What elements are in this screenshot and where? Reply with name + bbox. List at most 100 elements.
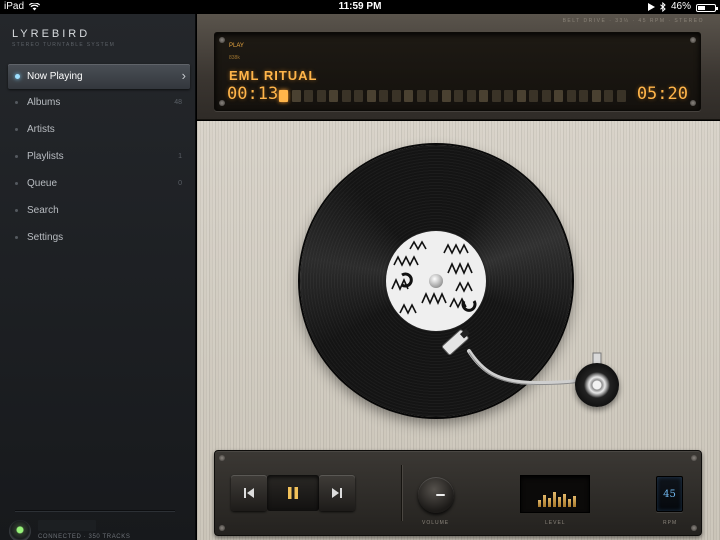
screw-icon bbox=[219, 525, 225, 531]
next-track-button[interactable] bbox=[319, 475, 355, 511]
progress-segment bbox=[366, 90, 376, 102]
progress-segment bbox=[566, 90, 576, 102]
progress-segment bbox=[604, 90, 613, 102]
level-meter-bar bbox=[543, 495, 546, 507]
progress-segment bbox=[616, 90, 626, 102]
header-specs: BELT DRIVE · 33⅓ · 45 RPM · STEREO bbox=[562, 18, 704, 24]
active-indicator-icon bbox=[15, 74, 20, 79]
progress-segment bbox=[554, 90, 563, 102]
progress-segment bbox=[504, 90, 513, 102]
connection-status-led-icon[interactable] bbox=[9, 520, 31, 540]
progress-segment bbox=[391, 90, 401, 102]
progress-segment bbox=[416, 90, 426, 102]
progress-segment bbox=[429, 90, 438, 102]
transport-controls: VOLUME LEVEL 45 RPM bbox=[214, 450, 702, 536]
progress-segment bbox=[404, 90, 413, 102]
pause-icon bbox=[288, 487, 298, 499]
sidebar: LYREBIRD STEREO TURNTABLE SYSTEM Now Pla… bbox=[0, 14, 196, 540]
sidebar-item-artists[interactable]: Artists bbox=[0, 116, 196, 143]
sidebar-item-albums[interactable]: Albums 48 bbox=[0, 89, 196, 116]
bitrate: 838k bbox=[229, 55, 240, 61]
battery-icon bbox=[696, 3, 718, 12]
progress-segment bbox=[529, 90, 538, 102]
sidebar-item-queue[interactable]: Queue 0 bbox=[0, 170, 196, 197]
level-meter bbox=[520, 475, 590, 513]
status-time: 11:59 PM bbox=[338, 1, 382, 12]
app-title: LYREBIRD bbox=[12, 28, 91, 40]
sidebar-nav: Now Playing › Albums 48 Artists Playlist… bbox=[0, 64, 196, 251]
display-header: BELT DRIVE · 33⅓ · 45 RPM · STEREO PLAY … bbox=[197, 14, 720, 120]
chevron-right-icon: › bbox=[181, 68, 186, 83]
vinyl-record[interactable] bbox=[300, 145, 572, 417]
total-time: 05:20 bbox=[636, 84, 688, 104]
sidebar-item-search[interactable]: Search bbox=[0, 197, 196, 224]
level-label: LEVEL bbox=[545, 520, 566, 526]
sidebar-item-label: Playlists bbox=[27, 151, 64, 162]
screw-icon bbox=[690, 37, 696, 43]
sidebar-item-now-playing[interactable]: Now Playing › bbox=[8, 64, 190, 89]
sidebar-item-label: Search bbox=[27, 205, 59, 216]
sidebar-item-label: Now Playing bbox=[27, 71, 83, 82]
progress-segment bbox=[279, 90, 288, 102]
level-meter-bar bbox=[568, 499, 571, 507]
volume-knob[interactable] bbox=[418, 477, 454, 513]
bullet-icon bbox=[15, 101, 18, 104]
elapsed-time: 00:13 bbox=[227, 84, 279, 104]
progress-segment bbox=[341, 90, 351, 102]
progress-segment bbox=[454, 90, 463, 102]
sidebar-item-settings[interactable]: Settings bbox=[0, 224, 196, 251]
sidebar-item-label: Artists bbox=[27, 124, 55, 135]
rpm-label: RPM bbox=[663, 520, 678, 526]
screw-icon bbox=[219, 37, 225, 43]
previous-track-button[interactable] bbox=[231, 475, 267, 511]
previous-track-icon bbox=[244, 488, 254, 498]
level-meter-bar bbox=[573, 496, 576, 507]
next-track-icon bbox=[332, 488, 342, 498]
sidebar-item-count: 0 bbox=[178, 180, 182, 187]
sidebar-item-count: 48 bbox=[174, 99, 182, 106]
level-meter-bar bbox=[563, 494, 566, 507]
bullet-icon bbox=[15, 236, 18, 239]
progress-segment bbox=[479, 90, 488, 102]
sidebar-item-label: Queue bbox=[27, 178, 58, 189]
bullet-icon bbox=[15, 182, 18, 185]
spindle bbox=[429, 274, 443, 288]
screw-icon bbox=[219, 455, 225, 461]
lcd-display: PLAY 838k EML RITUAL 00:13 05:20 bbox=[214, 32, 701, 111]
rpm-selector[interactable]: 45 bbox=[656, 476, 683, 512]
progress-bar[interactable] bbox=[279, 89, 629, 103]
progress-segment bbox=[466, 90, 476, 102]
progress-segment bbox=[541, 90, 551, 102]
controls-separator bbox=[401, 465, 402, 521]
bullet-icon bbox=[15, 155, 18, 158]
level-meter-bar bbox=[553, 492, 556, 507]
app-subtitle: STEREO TURNTABLE SYSTEM bbox=[12, 42, 116, 48]
progress-segment bbox=[316, 90, 326, 102]
tonearm-base[interactable] bbox=[575, 363, 619, 407]
main-panel: BELT DRIVE · 33⅓ · 45 RPM · STEREO PLAY … bbox=[197, 14, 720, 540]
progress-segment bbox=[441, 90, 451, 102]
rpm-value: 45 bbox=[663, 488, 676, 500]
connection-status-text: CONNECTED · 350 TRACKS bbox=[38, 534, 131, 540]
screw-icon bbox=[691, 455, 697, 461]
sidebar-item-label: Settings bbox=[27, 232, 64, 243]
progress-segment bbox=[291, 90, 301, 102]
progress-segment bbox=[516, 90, 526, 102]
progress-segment bbox=[379, 90, 388, 102]
track-title: EML RITUAL bbox=[229, 68, 318, 83]
playback-state: PLAY bbox=[229, 43, 244, 49]
screw-icon bbox=[690, 100, 696, 106]
bullet-icon bbox=[15, 209, 18, 212]
app-window: iPad 11:59 PM 46% LYREBIRD STEREO TURNTA… bbox=[0, 0, 720, 540]
sidebar-item-playlists[interactable]: Playlists 1 bbox=[0, 143, 196, 170]
level-meter-bar bbox=[538, 500, 541, 507]
sidebar-divider bbox=[15, 510, 175, 512]
knob-indicator-icon bbox=[436, 494, 445, 496]
screw-icon bbox=[219, 100, 225, 106]
progress-segment bbox=[591, 90, 601, 102]
pause-button[interactable] bbox=[267, 475, 319, 511]
progress-segment bbox=[329, 90, 338, 102]
connection-meter bbox=[38, 520, 96, 531]
battery-percent: 46% bbox=[670, 1, 691, 12]
screw-icon bbox=[691, 525, 697, 531]
